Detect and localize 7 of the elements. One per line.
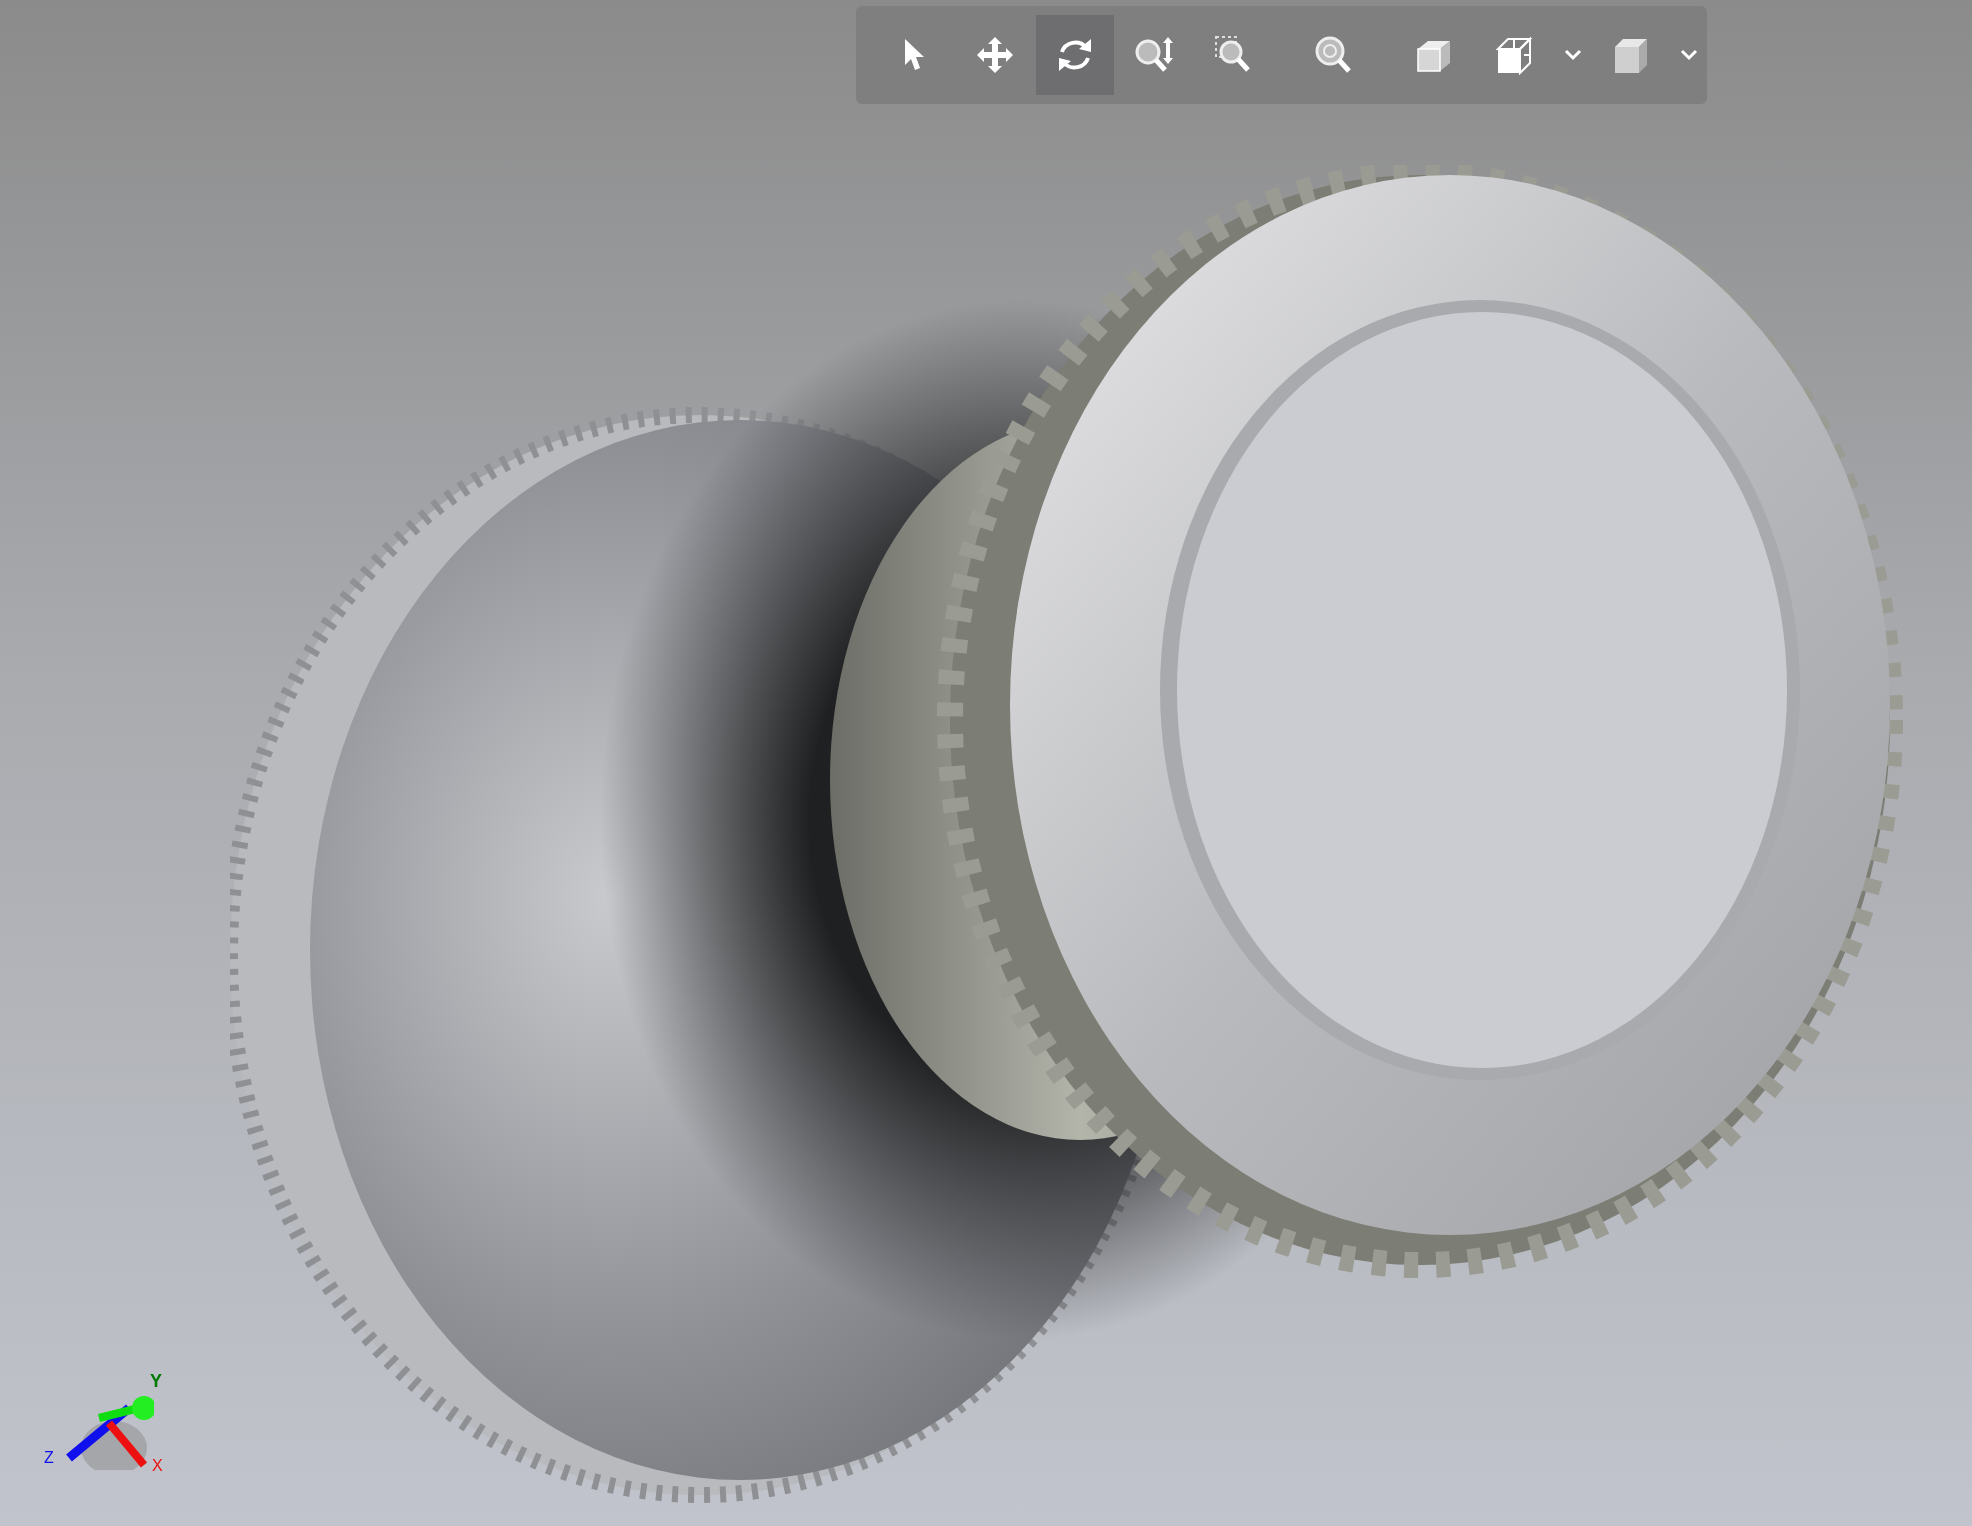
section-cube-icon [1494, 35, 1535, 75]
x-axis-label: X [152, 1458, 163, 1474]
chevron-down-icon [1563, 49, 1582, 61]
z-axis-label: Z [44, 1450, 54, 1466]
y-axis-label: Y [150, 1372, 162, 1390]
chevron-down-icon [1680, 49, 1699, 61]
toolbar-button[interactable] [1035, 15, 1114, 95]
